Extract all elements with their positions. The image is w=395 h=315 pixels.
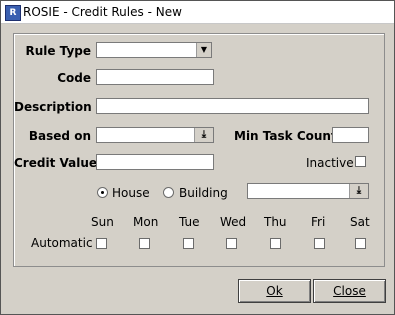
automatic-label: Automatic [31,236,93,250]
rule-type-select[interactable]: ▼ [96,42,212,58]
code-label: Code [57,71,91,85]
day-label-mon: Mon [133,215,159,229]
form-panel: Rule Type ▼ Code Description Based on ⤓ … [13,33,385,267]
day-label-tue: Tue [179,215,200,229]
day-label-fri: Fri [311,215,326,229]
inactive-label: Inactive [306,156,354,170]
automatic-wed-checkbox[interactable] [226,238,237,249]
house-radio[interactable] [97,187,108,198]
day-label-sun: Sun [91,215,114,229]
code-input[interactable] [96,69,214,85]
day-label-thu: Thu [264,215,287,229]
building-input[interactable]: ⤓ [247,183,369,199]
window-title: ROSIE - Credit Rules - New [23,5,182,19]
ok-button[interactable]: Ok [238,279,311,303]
min-task-count-input[interactable] [332,127,369,143]
description-input[interactable] [96,98,369,114]
automatic-fri-checkbox[interactable] [314,238,325,249]
inactive-checkbox[interactable] [355,156,366,167]
credit-value-label: Credit Value [14,156,98,170]
download-arrow-icon: ⤓ [356,185,362,196]
day-label-sat: Sat [350,215,370,229]
building-label: Building [179,186,228,200]
rule-type-label: Rule Type [25,44,91,58]
app-icon: R [5,5,21,21]
ok-button-label: Ok [266,284,283,298]
building-radio[interactable] [163,187,174,198]
description-label: Description [14,100,92,114]
download-arrow-icon: ⤓ [201,129,207,140]
based-on-label: Based on [28,129,91,143]
house-label: House [112,186,150,200]
automatic-sat-checkbox[interactable] [355,238,366,249]
close-button-label: Close [333,284,366,298]
automatic-sun-checkbox[interactable] [96,238,107,249]
based-on-lov-button[interactable]: ⤓ [194,128,213,142]
close-button[interactable]: Close [313,279,386,303]
automatic-mon-checkbox[interactable] [139,238,150,249]
credit-value-input[interactable] [96,154,214,170]
credit-rules-window: R ROSIE - Credit Rules - New Rule Type ▼… [0,0,395,315]
automatic-thu-checkbox[interactable] [270,238,281,249]
chevron-down-icon[interactable]: ▼ [196,43,211,57]
radio-selected-dot [101,191,104,194]
automatic-tue-checkbox[interactable] [183,238,194,249]
based-on-input[interactable]: ⤓ [96,127,214,143]
day-label-wed: Wed [220,215,247,229]
title-bar: R ROSIE - Credit Rules - New [1,1,394,24]
building-lov-button[interactable]: ⤓ [349,184,368,198]
min-task-count-label: Min Task Count [234,129,337,143]
